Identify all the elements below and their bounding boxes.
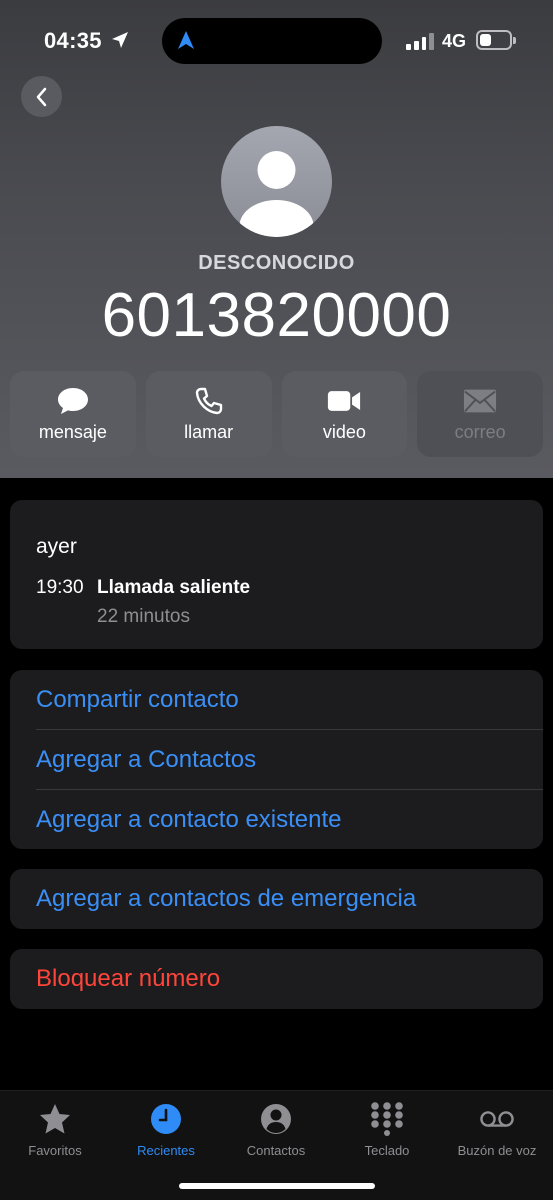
person-silhouette-icon <box>239 151 314 237</box>
clock-icon <box>151 1104 181 1134</box>
call-button[interactable]: llamar <box>145 371 272 457</box>
voicemail-icon <box>480 1111 514 1127</box>
recent-call-card: ayer 19:30 Llamada saliente 22 minutos <box>10 500 543 649</box>
tab-favorites[interactable]: Favoritos <box>0 1101 110 1158</box>
recent-call-duration: 22 minutos <box>97 606 190 627</box>
tab-voicemail-label: Buzón de voz <box>457 1143 537 1158</box>
message-button[interactable]: mensaje <box>10 371 136 457</box>
contact-label: DESCONOCIDO <box>198 252 355 274</box>
message-bubble-icon <box>57 387 88 414</box>
status-time: 04:35 <box>44 28 102 53</box>
video-button[interactable]: video <box>281 371 408 457</box>
tab-favorites-label: Favoritos <box>28 1143 82 1158</box>
mail-icon <box>464 389 497 412</box>
video-camera-icon <box>328 390 361 411</box>
location-arrow-icon <box>112 32 128 48</box>
person-circle-icon <box>261 1104 291 1134</box>
contact-number: 6013820000 <box>101 281 452 350</box>
add-to-contacts-button[interactable]: Agregar a Contactos <box>10 730 543 790</box>
tab-recents-label: Recientes <box>137 1143 195 1158</box>
home-indicator[interactable] <box>179 1183 375 1189</box>
tab-voicemail[interactable]: Buzón de voz <box>442 1101 552 1158</box>
share-contact-button[interactable]: Compartir contacto <box>10 670 543 730</box>
block-number-button[interactable]: Bloquear número <box>10 949 543 1009</box>
phone-icon <box>195 387 222 414</box>
signal-icon <box>406 32 434 50</box>
mail-button[interactable]: correo <box>417 371 543 457</box>
tab-contacts[interactable]: Contactos <box>221 1101 331 1158</box>
screen: 04:35 4G DESCONOCIDO 6013820000 mensaje … <box>0 0 553 1200</box>
add-emergency-contact-button[interactable]: Agregar a contactos de emergencia <box>10 869 543 929</box>
video-label: video <box>322 421 366 442</box>
recent-time: 19:30 <box>36 577 84 598</box>
battery-icon <box>476 30 516 50</box>
quick-actions: mensaje llamar video correo <box>10 371 543 457</box>
chevron-left-icon <box>36 87 46 106</box>
tab-recents[interactable]: Recientes <box>111 1101 221 1158</box>
emergency-card: Agregar a contactos de emergencia <box>10 869 543 929</box>
tab-keypad-label: Teclado <box>364 1143 410 1158</box>
call-label: llamar <box>184 421 234 442</box>
keypad-icon <box>371 1102 403 1136</box>
recent-call-type: Llamada saliente <box>97 577 251 598</box>
contact-options-card: Compartir contacto Agregar a Contactos A… <box>10 670 543 849</box>
recent-day: ayer <box>36 535 77 558</box>
avatar <box>221 126 332 237</box>
tab-keypad[interactable]: Teclado <box>332 1101 442 1158</box>
mail-label: correo <box>454 421 506 442</box>
tab-contacts-label: Contactos <box>246 1143 306 1158</box>
navigation-icon <box>178 31 194 49</box>
back-button[interactable] <box>21 76 62 117</box>
star-icon <box>40 1104 70 1134</box>
block-card: Bloquear número <box>10 949 543 1009</box>
network-type: 4G <box>442 31 467 51</box>
add-to-existing-contact-button[interactable]: Agregar a contacto existente <box>10 790 543 850</box>
message-label: mensaje <box>38 421 107 442</box>
